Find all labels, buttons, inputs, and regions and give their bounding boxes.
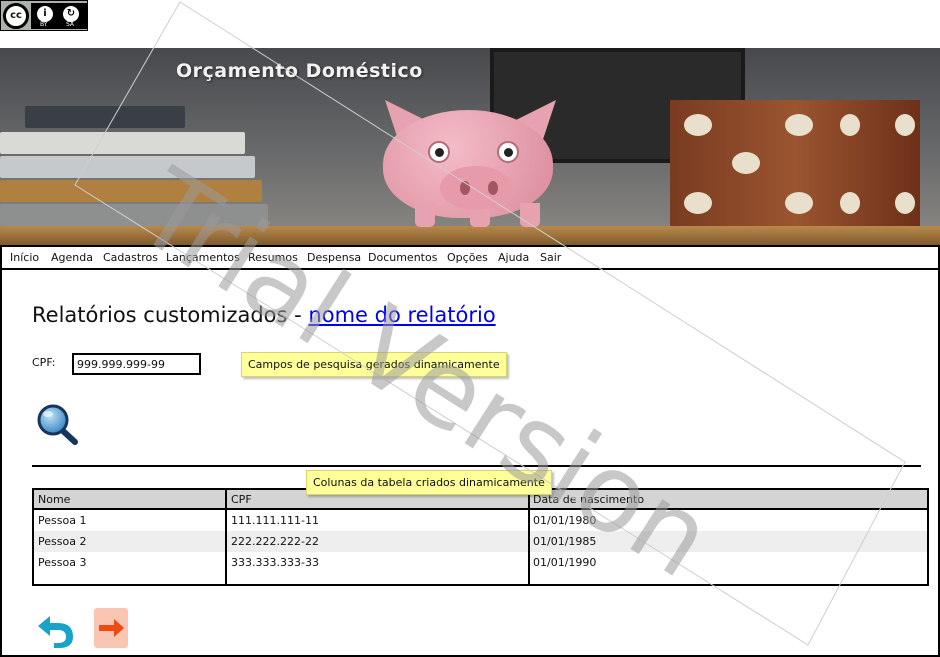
note-dynamic-fields: Campos de pesquisa gerados dinamicamente: [241, 352, 507, 377]
section-divider: [32, 465, 921, 467]
report-name-link[interactable]: nome do relatório: [308, 303, 495, 327]
table-cell: Pessoa 3: [38, 556, 87, 569]
cpf-label: CPF:: [32, 356, 56, 369]
back-arrow-icon[interactable]: [34, 612, 76, 650]
menu-item-sair[interactable]: Sair: [540, 251, 561, 264]
menu-item-documentos[interactable]: Documentos: [368, 251, 437, 264]
menu-item-inicio[interactable]: Início: [10, 251, 39, 264]
table-cell: Pessoa 2: [38, 535, 87, 548]
table-cell: 111.111.111-11: [231, 514, 319, 527]
dice-illustration: [670, 100, 920, 236]
column-header-cpf[interactable]: CPF: [231, 493, 252, 506]
header-banner: Orçamento Doméstico: [0, 48, 940, 245]
column-header-nome[interactable]: Nome: [38, 493, 70, 506]
table-cell: 01/01/1985: [533, 535, 597, 548]
exit-arrow-icon: [99, 619, 124, 637]
table-cell: 222.222.222-22: [231, 535, 319, 548]
cpf-input[interactable]: [72, 353, 201, 375]
menu-item-resumos[interactable]: Resumos: [248, 251, 298, 264]
menu-item-cadastros[interactable]: Cadastros: [103, 251, 158, 264]
magnifier-icon[interactable]: [34, 402, 80, 448]
sa-icon: ↻: [63, 6, 79, 22]
by-icon: i: [37, 6, 53, 22]
table-cell: 01/01/1980: [533, 514, 597, 527]
cc-license-badge: cc i ↻ BY SA: [0, 0, 88, 31]
menu-item-despensa[interactable]: Despensa: [307, 251, 361, 264]
table-cell: 01/01/1990: [533, 556, 597, 569]
note-dynamic-columns: Colunas da tabela criados dinamicamente: [306, 470, 552, 495]
menu-item-opcoes[interactable]: Opções: [447, 251, 488, 264]
menu-item-lancamentos[interactable]: Lançamentos: [166, 251, 240, 264]
cc-icon: cc: [3, 3, 29, 29]
app-title: Orçamento Doméstico: [176, 60, 423, 82]
page-title-text: Relatórios customizados -: [32, 303, 309, 327]
exit-button[interactable]: [94, 608, 128, 648]
books-illustration: [0, 106, 270, 236]
by-label: BY: [40, 21, 48, 28]
table-cell: Pessoa 1: [38, 514, 87, 527]
menu-item-ajuda[interactable]: Ajuda: [498, 251, 529, 264]
sa-label: SA: [66, 21, 75, 28]
results-table: Nome CPF Data de nascimento Pessoa 1 111…: [32, 488, 929, 586]
page-title: Relatórios customizados - nome do relató…: [32, 303, 496, 327]
menu-bar: Início Agenda Cadastros Lançamentos Resu…: [0, 245, 940, 270]
table-cell: 333.333.333-33: [231, 556, 319, 569]
menu-item-agenda[interactable]: Agenda: [51, 251, 93, 264]
